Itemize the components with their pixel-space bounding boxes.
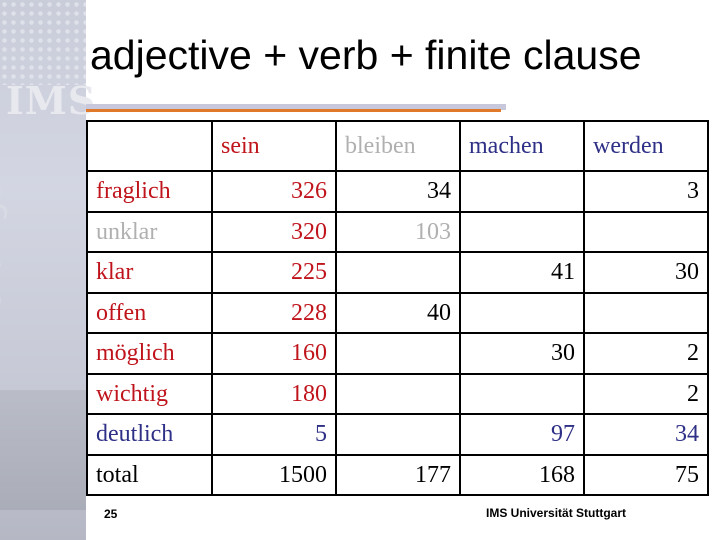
table-cell: 34 (583, 413, 709, 456)
table-cell (583, 210, 709, 253)
table-row: unklar 320 103 (86, 210, 709, 253)
table-cell: 30 (459, 332, 585, 375)
sidebar-decoration: IMS Stuttgart (0, 0, 95, 540)
table-cell: 5 (211, 413, 337, 456)
row-label: deutlich (86, 413, 213, 456)
table-cell (583, 291, 709, 334)
table-row: total 1500 177 168 75 (86, 453, 709, 496)
table-cell: 225 (211, 251, 337, 294)
table-row: offen 228 40 (86, 291, 709, 334)
table-cell: 180 (211, 372, 337, 415)
table-cell (459, 291, 585, 334)
column-header: machen (459, 120, 585, 172)
table-cell (459, 372, 585, 415)
row-label: wichtig (86, 372, 213, 415)
table-row: deutlich 5 97 34 (86, 413, 709, 456)
stuttgart-watermark: Stuttgart (0, 149, 9, 311)
table-cell (459, 210, 585, 253)
table-cell (335, 332, 461, 375)
column-header: werden (583, 120, 709, 172)
row-label: möglich (86, 332, 213, 375)
title-underline (86, 109, 501, 112)
table-cell: 1500 (211, 453, 337, 496)
table-cell (335, 413, 461, 456)
table-cell: 97 (459, 413, 585, 456)
building-photo (0, 390, 86, 510)
table-cell: 320 (211, 210, 337, 253)
table-cell: 40 (335, 291, 461, 334)
table-cell (335, 372, 461, 415)
row-label: total (86, 453, 213, 496)
column-header: sein (211, 120, 337, 172)
table-row: möglich 160 30 2 (86, 332, 709, 375)
frequency-table: sein bleiben machen werden fraglich 326 34 3 un… (86, 120, 709, 496)
table-cell: 3 (583, 170, 709, 213)
dot-pattern (0, 0, 86, 85)
row-label: offen (86, 291, 213, 334)
table-row: wichtig 180 2 (86, 372, 709, 415)
table-cell: 2 (583, 372, 709, 415)
table-cell: 103 (335, 210, 461, 253)
table-cell (335, 251, 461, 294)
table-cell: 30 (583, 251, 709, 294)
table-cell: 75 (583, 453, 709, 496)
table-cell (459, 170, 585, 213)
table-cell: 34 (335, 170, 461, 213)
row-label: klar (86, 251, 213, 294)
column-header: bleiben (335, 120, 461, 172)
ims-logo: IMS (6, 78, 97, 123)
header-corner (86, 120, 213, 172)
table-row: klar 225 41 30 (86, 251, 709, 294)
table-cell: 2 (583, 332, 709, 375)
row-label: unklar (86, 210, 213, 253)
table-cell: 168 (459, 453, 585, 496)
table-row: fraglich 326 34 3 (86, 170, 709, 213)
table-cell: 326 (211, 170, 337, 213)
table-cell: 228 (211, 291, 337, 334)
table-cell: 41 (459, 251, 585, 294)
header-row: sein bleiben machen werden (86, 120, 709, 172)
row-label: fraglich (86, 170, 213, 213)
slide-title: adjective + verb + finite clause (90, 32, 642, 78)
page-number: 25 (104, 507, 118, 521)
table-cell: 160 (211, 332, 337, 375)
table-cell: 177 (335, 453, 461, 496)
footer-text: IMS Universität Stuttgart (486, 506, 627, 520)
